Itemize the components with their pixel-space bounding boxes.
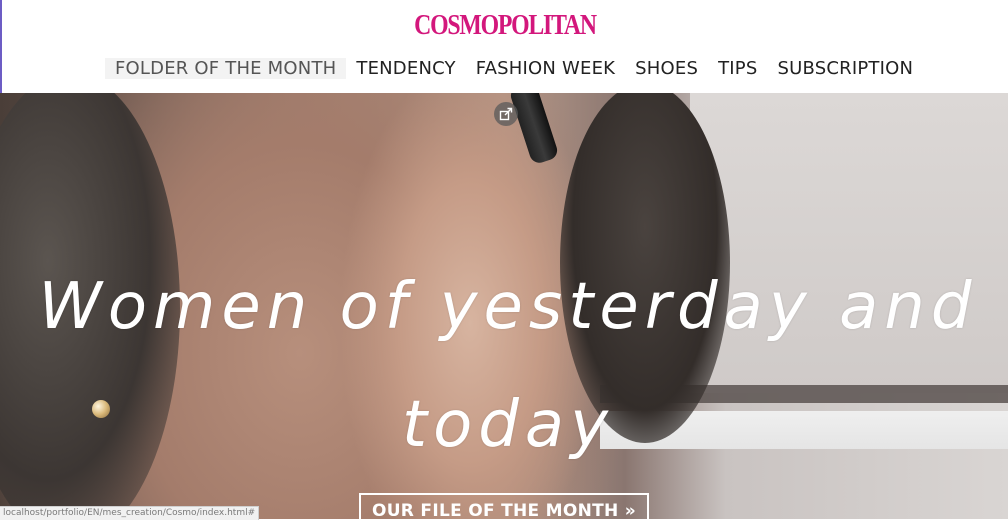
nav-item-shoes[interactable]: SHOES xyxy=(625,58,708,79)
nav-item-fashion-week[interactable]: FASHION WEEK xyxy=(466,58,625,79)
nav-item-subscription[interactable]: SUBSCRIPTION xyxy=(767,58,923,79)
our-file-of-the-month-button[interactable]: OUR FILE OF THE MONTH » xyxy=(359,493,649,519)
makeup-brush xyxy=(508,93,560,166)
hero-banner: Women of yesterday and today OUR FILE OF… xyxy=(0,93,1008,519)
status-bar-url: localhost/portfolio/EN/mes_creation/Cosm… xyxy=(0,506,260,520)
site-header: COSMOPOLITAN FOLDER OF THE MONTH TENDENC… xyxy=(0,0,1008,93)
nav-item-tendency[interactable]: TENDENCY xyxy=(346,58,465,79)
hero-headline: Women of yesterday and today xyxy=(38,269,978,462)
nav-item-tips[interactable]: TIPS xyxy=(708,58,767,79)
popout-icon[interactable] xyxy=(494,102,518,126)
nav-item-folder-of-the-month[interactable]: FOLDER OF THE MONTH xyxy=(105,57,347,79)
main-nav: FOLDER OF THE MONTH TENDENCY FASHION WEE… xyxy=(105,55,923,81)
cosmopolitan-logo[interactable]: COSMOPOLITAN xyxy=(93,9,918,42)
